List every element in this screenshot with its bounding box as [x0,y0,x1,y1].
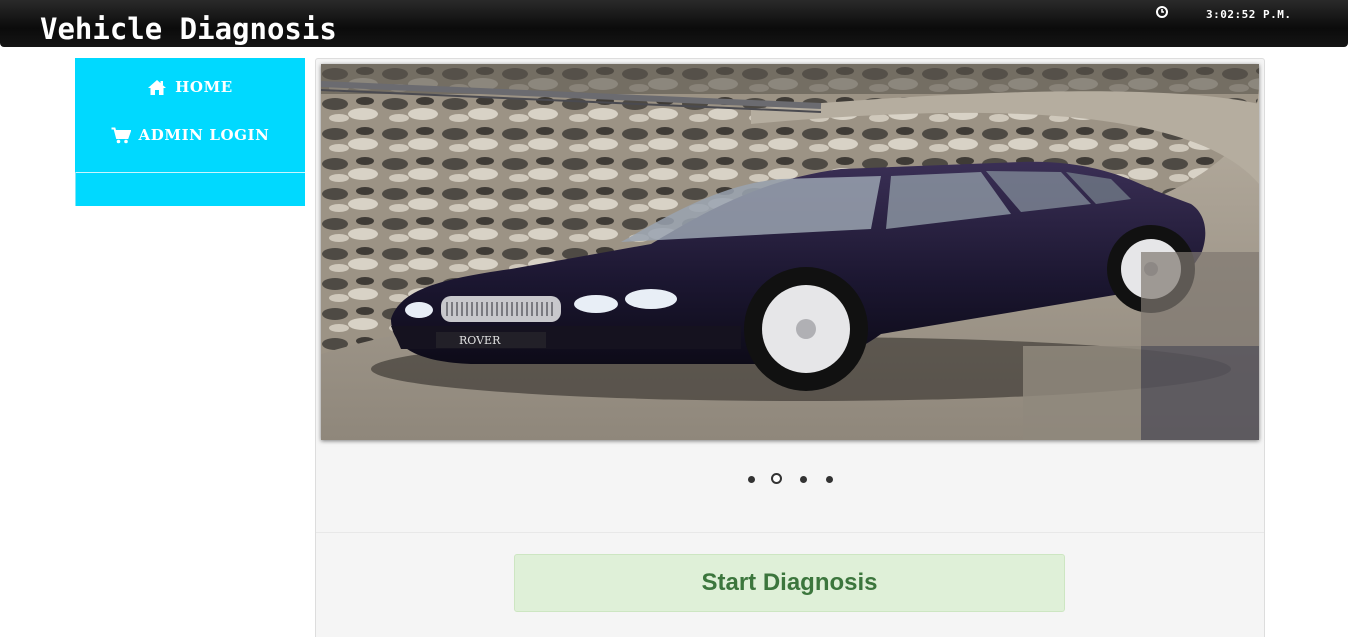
slider-dot-3[interactable] [800,476,807,483]
top-bar: Vehicle Diagnosis 3:02:52 P.M. [0,0,1348,47]
clock-time: 3:02:52 P.M. [1206,8,1292,21]
svg-text:ROVER: ROVER [459,334,501,347]
clock-icon [1156,6,1168,18]
slider-dot-2[interactable] [771,473,782,484]
car-photo: ROVER [321,64,1259,440]
sidebar-divider [75,172,305,173]
slider-dot-1[interactable] [748,476,755,483]
sidebar-divider-edge [75,172,76,206]
sidebar: HOME ADMIN LOGIN [75,58,305,206]
start-diagnosis-button[interactable]: Start Diagnosis [514,554,1065,612]
cart-icon [111,127,131,143]
app-title: Vehicle Diagnosis [40,12,337,46]
nav-admin-login[interactable]: ADMIN LOGIN [75,117,305,153]
nav-admin-login-label: ADMIN LOGIN [138,126,270,144]
slider-dot-4[interactable] [826,476,833,483]
nav-home[interactable]: HOME [75,69,305,105]
panel-divider [316,532,1264,533]
home-icon [148,79,167,95]
nav-home-label: HOME [175,78,233,96]
